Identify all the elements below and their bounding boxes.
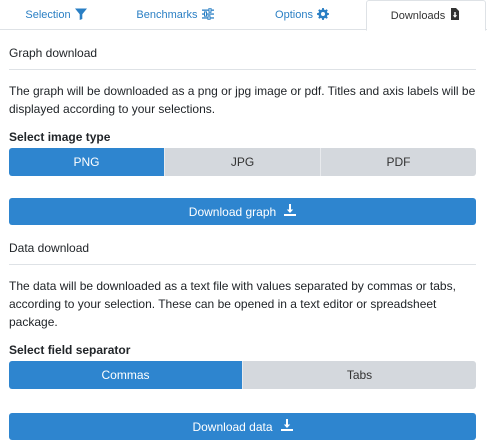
separator-commas[interactable]: Commas: [9, 361, 243, 389]
tab-selection[interactable]: Selection: [0, 0, 112, 30]
image-type-selector: PNG JPG PDF: [9, 148, 476, 176]
download-icon: [284, 204, 297, 219]
image-type-label: Select image type: [9, 130, 111, 144]
graph-download-description: The graph will be downloaded as a png or…: [9, 84, 476, 116]
graph-download-title: Graph download: [9, 30, 476, 70]
download-graph-label: Download graph: [188, 204, 277, 219]
filter-icon: [74, 8, 87, 23]
downloads-panel: Graph download The graph will be downloa…: [9, 30, 476, 440]
data-download-description: The data will be downloaded as a text fi…: [9, 279, 456, 329]
tab-downloads-label: Downloads: [390, 9, 446, 22]
download-graph-button[interactable]: Download graph: [9, 198, 476, 225]
image-type-jpg[interactable]: JPG: [165, 148, 321, 176]
data-download-title: Data download: [9, 225, 476, 265]
download-icon: [280, 419, 293, 434]
tab-downloads[interactable]: Downloads: [366, 0, 486, 31]
tab-benchmarks[interactable]: Benchmarks: [112, 0, 238, 30]
image-type-png[interactable]: PNG: [9, 148, 165, 176]
tab-options[interactable]: Options: [238, 0, 366, 30]
download-data-button[interactable]: Download data: [9, 413, 476, 440]
tab-benchmarks-label: Benchmarks: [136, 9, 198, 21]
field-separator-label: Select field separator: [9, 343, 131, 357]
file-download-icon: [449, 8, 461, 23]
tab-selection-label: Selection: [25, 9, 71, 21]
gear-icon: [316, 7, 329, 23]
image-type-pdf[interactable]: PDF: [321, 148, 476, 176]
tab-bar: Selection Benchmarks Options Downloads: [0, 0, 487, 31]
field-separator-selector: Commas Tabs: [9, 361, 476, 389]
separator-tabs[interactable]: Tabs: [243, 361, 476, 389]
tab-options-label: Options: [275, 9, 313, 21]
sliders-icon: [201, 7, 214, 23]
download-data-label: Download data: [192, 419, 273, 434]
